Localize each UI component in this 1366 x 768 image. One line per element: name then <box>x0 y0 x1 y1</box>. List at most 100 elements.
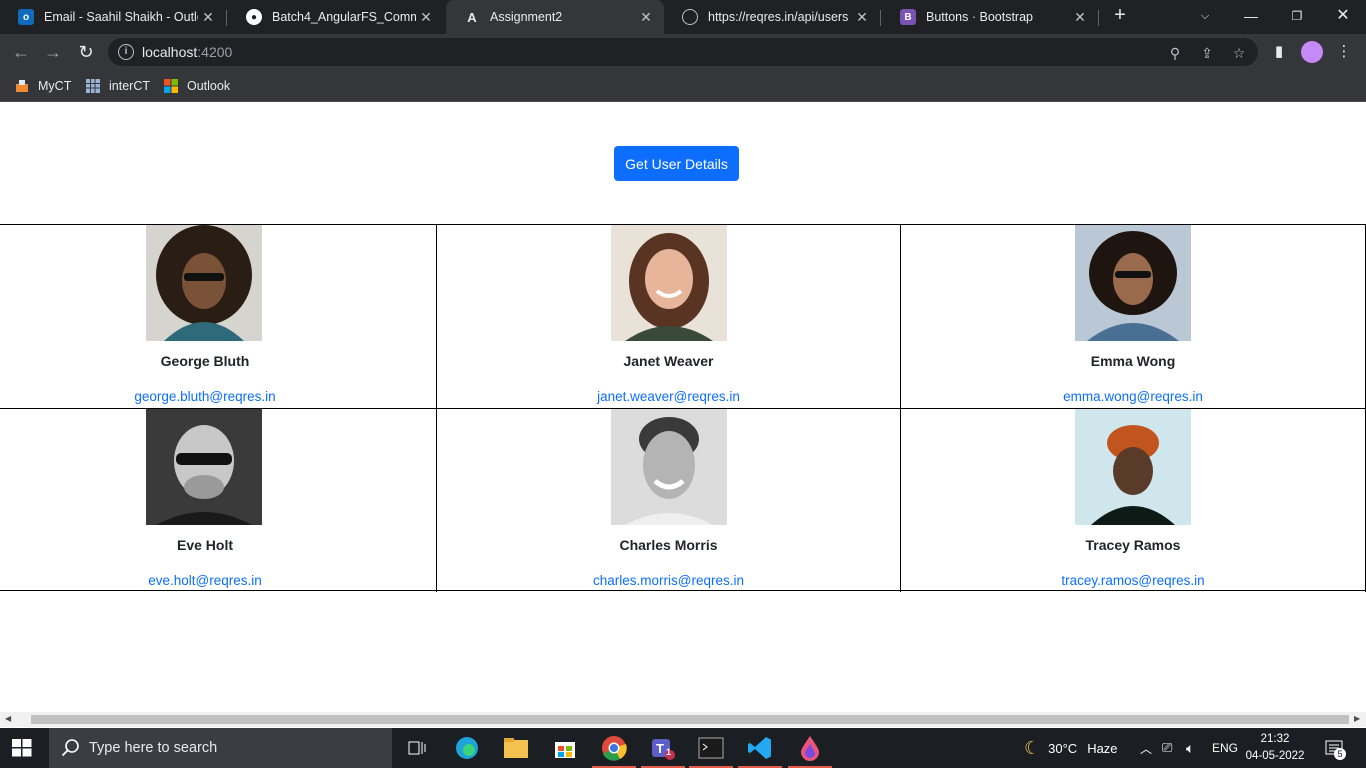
new-tab-button[interactable]: + <box>1108 4 1132 30</box>
share-icon[interactable]: ⇪ <box>1198 44 1216 62</box>
notification-center-icon[interactable]: 5 <box>1324 728 1346 768</box>
windows-start-icon[interactable] <box>12 739 32 757</box>
tab-github[interactable]: ● Batch4_AngularFS_CommonI ✕ <box>228 0 444 34</box>
page-viewport: Get User Details George Bluth george.blu… <box>0 103 1366 712</box>
url-port: :4200 <box>197 44 233 60</box>
back-button[interactable]: ← <box>8 39 34 65</box>
vscode-icon[interactable] <box>738 734 782 768</box>
angular-icon: A <box>467 9 477 25</box>
url-host: localhost <box>142 44 198 60</box>
restore-button[interactable]: ❐ <box>1274 0 1320 34</box>
task-view-icon[interactable] <box>402 734 430 762</box>
tab-divider <box>1098 10 1099 26</box>
close-icon[interactable]: ✕ <box>198 9 218 26</box>
get-user-details-button[interactable]: Get User Details <box>614 146 739 181</box>
bootstrap-icon: B <box>900 9 916 25</box>
weather-widget[interactable]: ☾ 30°C Haze <box>1024 728 1118 768</box>
user-card: Janet Weaver janet.weaver@reqres.in <box>437 225 901 409</box>
show-hidden-icons[interactable]: ︿ <box>1140 728 1152 768</box>
edge-icon[interactable] <box>453 734 481 762</box>
tab-title: https://reqres.in/api/users <box>708 10 849 24</box>
user-grid: George Bluth george.bluth@reqres.in Jane… <box>0 224 1366 592</box>
chrome-icon[interactable] <box>592 734 636 768</box>
close-icon[interactable]: ✕ <box>852 9 872 26</box>
bookmark-myct[interactable]: MyCT <box>14 77 71 95</box>
svg-text:T: T <box>656 741 664 756</box>
zoom-icon[interactable]: ⚲ <box>1166 44 1184 62</box>
weather-desc: Haze <box>1087 740 1118 756</box>
user-name: Emma Wong <box>1090 353 1176 369</box>
user-name: Eve Holt <box>176 537 233 553</box>
site-info-icon[interactable]: i <box>118 44 134 60</box>
tab-strip: o Email - Saahil Shaikh - Outlo ✕ ● Batc… <box>0 0 1366 34</box>
notification-count: 5 <box>1334 748 1346 760</box>
teams-icon[interactable]: T 1 <box>641 734 685 768</box>
user-name: George Bluth <box>160 353 250 369</box>
github-icon: ● <box>246 9 262 25</box>
search-placeholder: Type here to search <box>89 740 218 756</box>
clock-time: 21:32 <box>1260 733 1290 745</box>
close-icon[interactable]: ✕ <box>636 9 656 26</box>
taskbar-search-box[interactable]: Type here to search <box>49 728 392 768</box>
url-text: localhost:4200 <box>142 44 232 60</box>
user-email-link[interactable]: emma.wong@reqres.in <box>901 389 1365 404</box>
outlook-icon: o <box>18 9 34 25</box>
reload-button[interactable]: ↻ <box>73 39 99 65</box>
user-email-link[interactable]: tracey.ramos@reqres.in <box>901 573 1365 588</box>
user-email-link[interactable]: charles.morris@reqres.in <box>437 573 900 588</box>
bookmark-label: Outlook <box>187 79 231 93</box>
window-close-button[interactable]: ✕ <box>1320 0 1366 34</box>
user-card: Charles Morris charles.morris@reqres.in <box>437 409 901 592</box>
search-icon <box>61 739 79 757</box>
store-icon[interactable] <box>551 734 579 762</box>
terminal-icon[interactable] <box>689 734 733 768</box>
bookmark-outlook[interactable]: Outlook <box>163 77 230 95</box>
user-name: Charles Morris <box>619 537 718 553</box>
user-email-link[interactable]: janet.weaver@reqres.in <box>437 389 900 404</box>
bookmark-star-icon[interactable]: ☆ <box>1230 44 1248 62</box>
forward-button[interactable]: → <box>40 39 66 65</box>
paint-app-icon[interactable] <box>788 734 832 768</box>
user-name: Tracey Ramos <box>1085 537 1181 553</box>
scroll-right-icon[interactable]: ▶ <box>1354 714 1360 723</box>
moon-haze-icon: ☾ <box>1024 737 1041 758</box>
clock-date: 04-05-2022 <box>1245 750 1305 762</box>
tab-title: Email - Saahil Shaikh - Outlo <box>44 10 198 24</box>
profile-avatar[interactable] <box>1301 41 1323 63</box>
tab-assignment2[interactable]: A Assignment2 ✕ <box>446 0 664 34</box>
system-clock[interactable]: 21:32 04-05-2022 <box>1240 731 1310 765</box>
microsoft-icon <box>164 79 178 93</box>
bookmark-label: interCT <box>109 79 150 93</box>
network-icon[interactable]: ⎚ <box>1162 728 1172 768</box>
side-panel-icon[interactable]: ▮ <box>1269 42 1289 62</box>
tab-bootstrap[interactable]: B Buttons · Bootstrap ✕ <box>882 0 1098 34</box>
bookmark-label: MyCT <box>38 79 72 93</box>
close-icon[interactable]: ✕ <box>1070 9 1090 26</box>
bookmark-interct[interactable]: interCT <box>85 77 150 95</box>
tab-search-chevron-icon[interactable]: ⌵ <box>1182 0 1228 34</box>
tab-divider <box>226 10 227 26</box>
user-card: Tracey Ramos tracey.ramos@reqres.in <box>901 409 1366 592</box>
scrollbar-thumb[interactable] <box>31 715 1349 724</box>
user-email-link[interactable]: george.bluth@reqres.in <box>0 389 410 404</box>
user-card: Emma Wong emma.wong@reqres.in <box>901 225 1366 409</box>
tab-reqres[interactable]: https://reqres.in/api/users ✕ <box>664 0 880 34</box>
myct-icon <box>16 80 28 92</box>
tab-outlook[interactable]: o Email - Saahil Shaikh - Outlo ✕ <box>0 0 226 34</box>
avatar <box>146 409 262 525</box>
address-bar[interactable]: i localhost:4200 ⚲ ⇪ ☆ <box>108 38 1258 66</box>
language-indicator[interactable]: ENG <box>1212 728 1238 768</box>
weather-temp: 30°C <box>1048 740 1078 756</box>
avatar <box>146 225 262 341</box>
menu-kebab-icon[interactable]: ⋮ <box>1334 42 1354 62</box>
close-icon[interactable]: ✕ <box>416 9 436 26</box>
volume-icon[interactable]: 🔈︎ <box>1186 728 1194 768</box>
file-explorer-icon[interactable] <box>502 734 530 762</box>
scroll-left-icon[interactable]: ◀ <box>5 714 11 723</box>
minimize-button[interactable]: — <box>1228 0 1274 34</box>
horizontal-scrollbar[interactable]: ◀ ▶ <box>0 712 1366 727</box>
user-email-link[interactable]: eve.holt@reqres.in <box>0 573 410 588</box>
bookmarks-bar: MyCT interCT Outlook <box>0 70 1366 102</box>
avatar <box>1075 225 1191 341</box>
tab-title: Assignment2 <box>490 10 563 24</box>
